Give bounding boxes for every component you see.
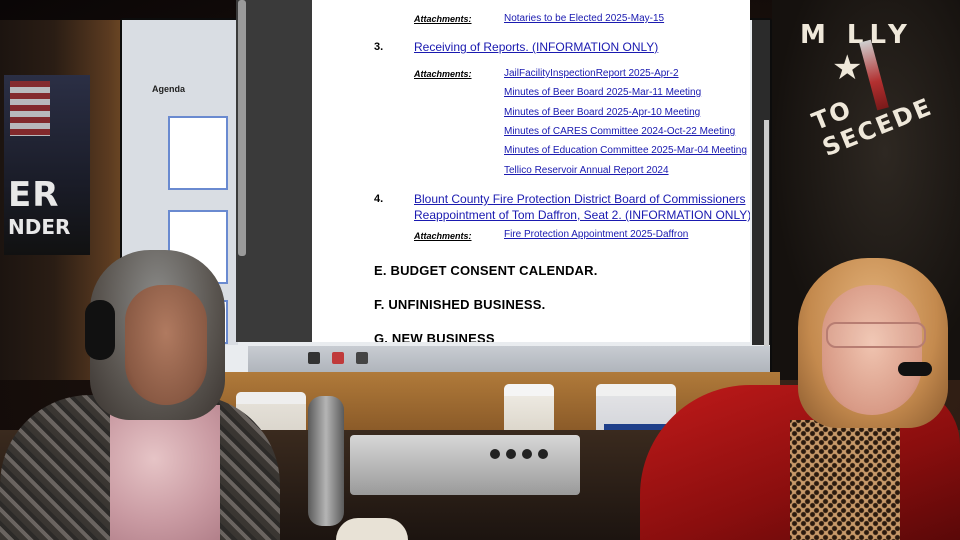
attachment-link[interactable]: Minutes of Education Committee 2025-Mar-… [504,145,747,156]
person-right-top [790,420,900,540]
video-frame: ER NDER M LLY ★ TO SECEDE Agenda Attachm… [0,0,960,540]
taskbar [248,346,770,374]
app-icon[interactable] [332,352,344,364]
headset-icon [898,362,932,376]
audio-mixer [350,435,580,495]
star-icon: ★ [832,49,863,87]
item-number: 3. [374,41,384,53]
section-heading: E. BUDGET CONSENT CALENDAR. [374,263,598,278]
item-title-link[interactable]: Blount County Fire Protection District B… [414,192,745,206]
attachment-link[interactable]: Tellico Reservoir Annual Report 2024 [504,165,669,176]
section-heading: G. NEW BUSINESS [374,331,495,342]
tv-scrollbar[interactable] [752,20,770,360]
poster-text-big: ER [8,175,60,215]
mixer-knob [506,449,516,459]
document-gutter [236,0,312,342]
mixer-knob [522,449,532,459]
glasses [826,322,926,348]
political-poster: ER NDER [4,75,90,255]
attachment-link[interactable]: Minutes of Beer Board 2025-Mar-11 Meetin… [504,87,701,98]
sign-top-text: M LLY [800,20,913,50]
item-title-link[interactable]: Reappointment of Tom Daffron, Seat 2. (I… [414,208,750,222]
scrollbar-thumb[interactable] [238,0,246,256]
attachment-link[interactable]: JailFacilityInspectionReport 2025-Apr-2 [504,68,679,79]
app-icon[interactable] [356,352,368,364]
attachments-label: Attachments: [414,69,472,79]
microphone [308,396,344,526]
mixer-knob [490,449,500,459]
headset-icon [85,300,115,360]
poster-text-small: NDER [8,215,71,239]
coffee-cup [336,518,408,540]
agenda-label: Agenda [152,84,186,94]
attachments-label: Attachments: [414,231,472,241]
attachments-label: Attachments: [414,14,472,24]
mixer-knob [538,449,548,459]
attachment-link[interactable]: Minutes of CARES Committee 2024-Oct-22 M… [504,126,735,137]
person-left-face [125,285,207,405]
agenda-document: Attachments: Notaries to be Elected 2025… [312,0,750,342]
app-icon[interactable] [308,352,320,364]
attachment-link[interactable]: Notaries to be Elected 2025-May-15 [504,13,664,24]
section-heading: F. UNFINISHED BUSINESS. [374,297,546,312]
page-thumbnail[interactable] [168,116,228,190]
attachment-link[interactable]: Fire Protection Appointment 2025-Daffron [504,229,688,240]
flag-image [10,81,50,136]
person-right-face [822,285,922,415]
person-left-shirt [110,405,220,540]
item-title-link[interactable]: Receiving of Reports. (INFORMATION ONLY) [414,40,658,54]
item-number: 4. [374,193,384,205]
attachment-link[interactable]: Minutes of Beer Board 2025-Apr-10 Meetin… [504,107,700,118]
